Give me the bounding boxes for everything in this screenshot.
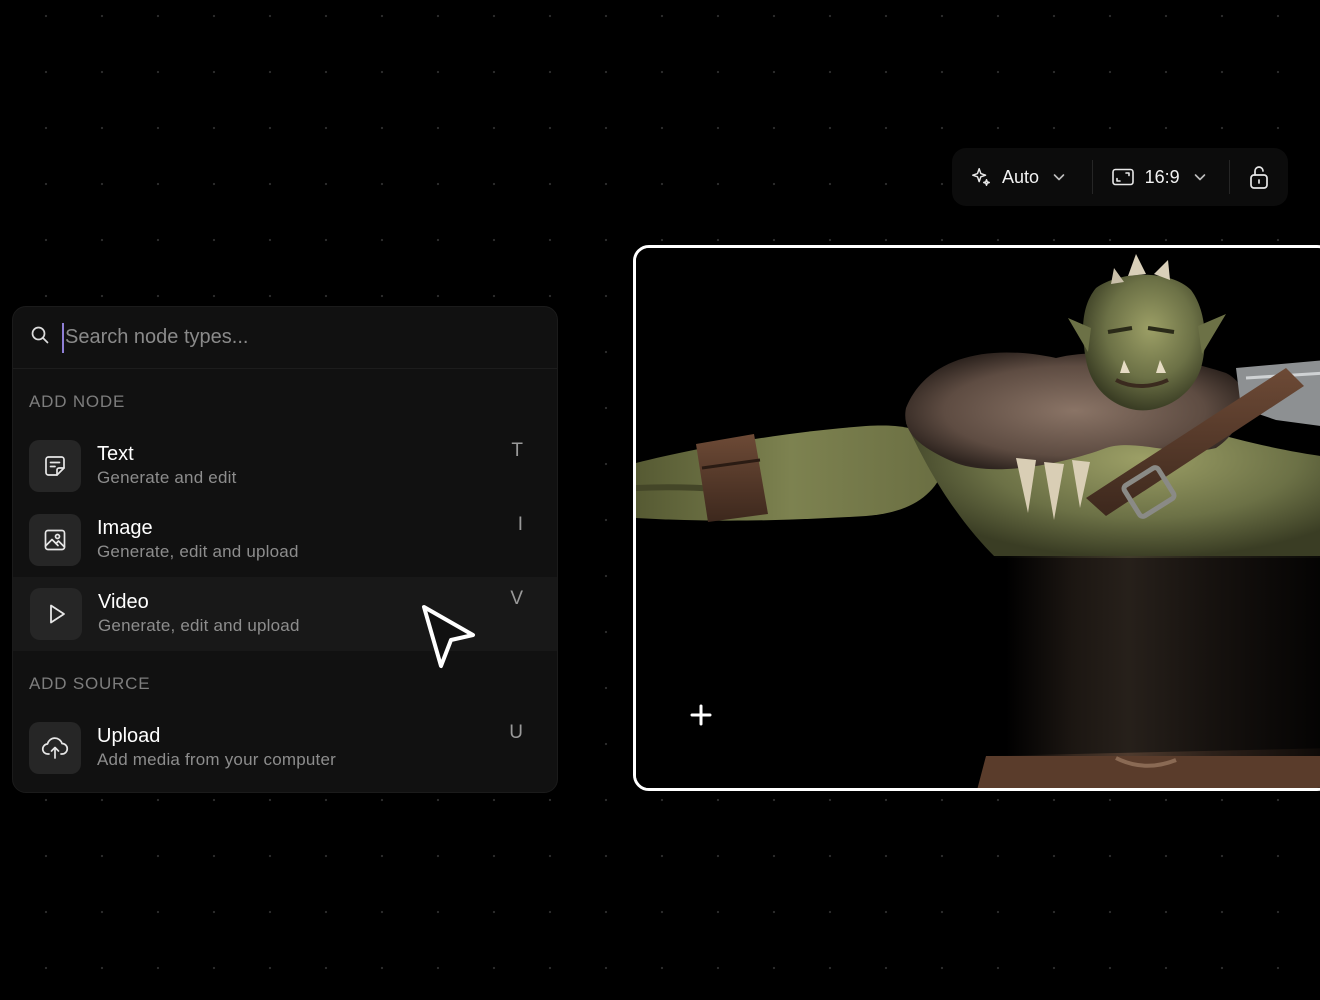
text-note-icon [29,440,81,492]
mode-dropdown[interactable]: Auto [952,148,1092,206]
shortcut-key: U [509,722,523,743]
cloud-upload-icon [29,722,81,774]
search-bar [13,307,557,369]
search-input[interactable] [62,322,557,353]
generation-toolbar: Auto 16:9 [952,148,1288,206]
add-node-menu: ADD NODE Text Generate and edit T [12,306,558,793]
node-item-text[interactable]: Text Generate and edit T [13,429,557,503]
node-item-title: Text [97,443,134,465]
unlock-icon [1248,164,1270,190]
node-item-subtitle: Generate and edit [97,468,237,487]
image-preview-node[interactable] [633,245,1320,791]
chevron-down-icon [1192,169,1208,185]
shortcut-key: I [517,514,523,535]
node-item-title: Upload [97,725,161,747]
node-item-subtitle: Add media from your computer [97,750,336,769]
chevron-down-icon [1051,169,1067,185]
shortcut-key: V [510,588,523,609]
mode-label: Auto [1002,166,1040,187]
lock-toggle-button[interactable] [1230,148,1288,206]
node-item-subtitle: Generate, edit and upload [97,542,299,561]
image-icon [29,514,81,566]
search-icon [30,325,50,350]
add-node-heading: ADD NODE [29,392,126,411]
node-item-subtitle: Generate, edit and upload [98,616,300,635]
sparkle-icon [970,166,992,188]
node-item-image[interactable]: Image Generate, edit and upload I [13,503,557,577]
node-item-title: Video [98,591,149,613]
ratio-label: 16:9 [1144,166,1180,187]
mouse-pointer-icon [418,602,480,679]
play-icon [30,588,82,640]
aspect-ratio-dropdown[interactable]: 16:9 [1093,148,1230,206]
prompt-input-area[interactable] [666,556,1320,756]
plus-icon [689,703,713,732]
shortcut-key: T [511,440,523,461]
node-item-title: Image [97,517,153,539]
aspect-ratio-icon [1111,167,1135,187]
add-button[interactable] [686,702,716,732]
source-item-upload[interactable]: Upload Add media from your computer U [13,711,557,785]
